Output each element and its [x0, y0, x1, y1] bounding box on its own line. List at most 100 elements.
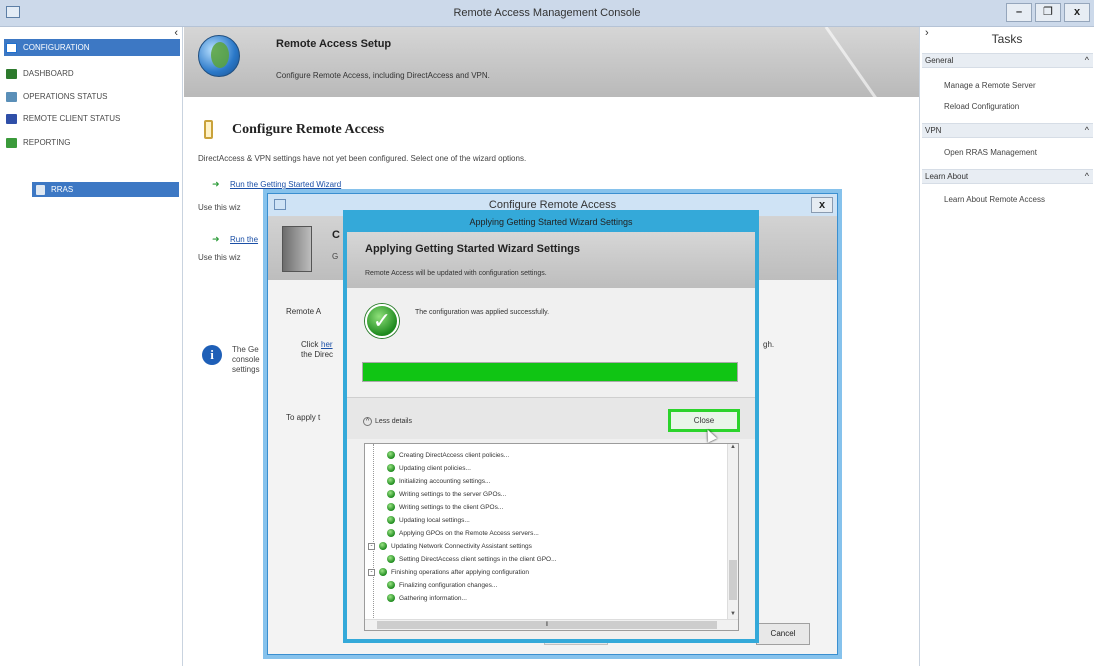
nav-item-dashboard[interactable]: DASHBOARD — [4, 65, 180, 82]
scroll-thumb[interactable] — [729, 560, 737, 600]
collapse-section-icon[interactable]: ^ — [1085, 54, 1089, 67]
success-check-icon — [387, 503, 395, 511]
nav-item-reporting[interactable]: REPORTING — [4, 134, 180, 151]
arrow-icon: ➜ — [212, 179, 220, 189]
here-link[interactable]: her — [321, 340, 333, 349]
collapse-icon: ^ — [363, 417, 372, 426]
success-check-icon — [387, 555, 395, 563]
close-window-button[interactable]: x — [1064, 3, 1090, 22]
wizard-desc: Use this wiz — [198, 253, 241, 262]
dialog-close-button[interactable]: x — [811, 197, 833, 213]
banner-subtitle: Configure Remote Access, including Direc… — [276, 71, 490, 80]
log-entry: Setting DirectAccess client settings in … — [387, 554, 557, 564]
setup-banner: Remote Access Setup Configure Remote Acc… — [184, 27, 919, 97]
cancel-button[interactable]: Cancel — [756, 623, 810, 645]
dialog-header-subtitle: G — [332, 252, 339, 261]
success-check-icon — [387, 451, 395, 459]
log-entry-text: Finalizing configuration changes... — [399, 581, 498, 589]
dialog-text: To apply t — [286, 413, 321, 422]
log-entry: Applying GPOs on the Remote Access serve… — [387, 528, 539, 538]
tasks-section-vpn[interactable]: VPN ^ — [922, 123, 1093, 138]
vertical-scrollbar[interactable]: ▲ ▼ — [727, 444, 738, 620]
progress-fill — [363, 363, 737, 381]
log-entry-text: Finishing operations after applying conf… — [391, 568, 530, 576]
info-text: The Ge — [232, 345, 259, 354]
nav-item-configuration[interactable]: CONFIGURATION — [4, 39, 180, 56]
dialog-body: Applying Getting Started Wizard Settings… — [347, 232, 755, 639]
dialog-header-subtitle: Remote Access will be updated with confi… — [365, 270, 547, 277]
success-check-icon — [387, 490, 395, 498]
getting-started-wizard-link[interactable]: Run the Getting Started Wizard — [230, 180, 341, 189]
success-check-icon — [379, 568, 387, 576]
nav-label: DASHBOARD — [23, 69, 74, 78]
log-entry-text: Initializing accounting settings... — [399, 477, 491, 485]
scroll-thumb[interactable]: ⦀ — [377, 621, 717, 629]
dialog-title: Applying Getting Started Wizard Settings — [469, 217, 633, 227]
success-check-icon — [387, 516, 395, 524]
info-text: settings — [232, 365, 260, 374]
remote-client-status-icon — [6, 113, 17, 124]
section-label: General — [925, 56, 954, 65]
success-check-icon — [387, 464, 395, 472]
scroll-up-icon[interactable]: ▲ — [728, 444, 738, 453]
success-check-icon: ✓ — [365, 304, 399, 338]
log-entry: Updating local settings... — [387, 515, 470, 525]
tree-expander-icon[interactable]: - — [368, 568, 375, 576]
dialog-text: Click — [301, 340, 319, 349]
details-log[interactable]: ▲ ▼ ⦀ Creating DirectAccess client polic… — [364, 443, 739, 631]
window-title: Remote Access Management Console — [453, 7, 641, 19]
configure-note: DirectAccess & VPN settings have not yet… — [198, 154, 527, 163]
restore-button[interactable]: ❐ — [1035, 3, 1061, 22]
log-entry-text: Setting DirectAccess client settings in … — [399, 555, 557, 563]
nav-label: OPERATIONS STATUS — [23, 92, 108, 101]
task-manage-remote-server[interactable]: Manage a Remote Server — [944, 81, 1036, 90]
log-entry: Gathering information... — [387, 593, 467, 603]
info-icon: i — [202, 345, 222, 365]
log-entry-text: Writing settings to the server GPOs... — [399, 490, 507, 498]
log-entry: Finalizing configuration changes... — [387, 580, 497, 590]
nav-item-remote-client-status[interactable]: REMOTE CLIENT STATUS — [4, 110, 180, 127]
server-icon — [36, 184, 45, 195]
log-entry: Creating DirectAccess client policies... — [387, 450, 509, 460]
horizontal-scrollbar[interactable]: ⦀ — [365, 619, 738, 630]
log-entry-text: Writing settings to the client GPOs... — [399, 503, 504, 511]
collapse-section-icon[interactable]: ^ — [1085, 124, 1089, 137]
page-title: Configure Remote Access — [232, 122, 385, 137]
task-open-rras-management[interactable]: Open RRAS Management — [944, 148, 1037, 157]
nav-label: RRAS — [51, 185, 74, 194]
configuration-icon — [6, 42, 17, 53]
log-entry-text: Updating client policies... — [399, 464, 471, 472]
collapse-section-icon[interactable]: ^ — [1085, 170, 1089, 183]
close-button[interactable]: Close — [668, 409, 740, 432]
wizard-desc: Use this wiz — [198, 203, 241, 212]
nav-item-operations-status[interactable]: OPERATIONS STATUS — [4, 88, 180, 105]
tasks-section-learn-about[interactable]: Learn About ^ — [922, 169, 1093, 184]
success-check-icon — [387, 581, 395, 589]
log-entry: Writing settings to the client GPOs... — [387, 502, 503, 512]
dialog-header-title: Applying Getting Started Wizard Settings — [365, 243, 581, 255]
globe-icon — [198, 35, 240, 77]
less-details-toggle[interactable]: ^ Less details — [363, 417, 412, 426]
dialog-text: Remote A — [286, 307, 322, 316]
deploy-wizard-link[interactable]: Run the — [230, 235, 258, 244]
nav-label: REPORTING — [23, 138, 71, 147]
minimize-button[interactable]: – — [1006, 3, 1032, 22]
applying-settings-dialog: Applying Getting Started Wizard Settings… — [343, 210, 759, 643]
task-reload-configuration[interactable]: Reload Configuration — [944, 102, 1019, 111]
log-entry-text: Updating local settings... — [399, 516, 470, 524]
configure-icon — [204, 120, 213, 139]
tree-expander-icon[interactable]: - — [368, 542, 375, 550]
nav-label: REMOTE CLIENT STATUS — [23, 114, 121, 123]
log-entry-text: Updating Network Connectivity Assistant … — [391, 542, 532, 550]
dialog-text: the Direc — [301, 350, 334, 359]
arrow-icon: ➜ — [212, 234, 220, 244]
nav-item-rras[interactable]: RRAS — [32, 182, 179, 197]
task-learn-about-remote-access[interactable]: Learn About Remote Access — [944, 195, 1045, 204]
log-entry: Writing settings to the server GPOs... — [387, 489, 506, 499]
log-entry: Initializing accounting settings... — [387, 476, 490, 486]
less-details-label: Less details — [375, 418, 412, 425]
success-check-icon — [379, 542, 387, 550]
left-nav: ‹ CONFIGURATION DASHBOARD OPERATIONS STA… — [0, 27, 183, 666]
tasks-section-general[interactable]: General ^ — [922, 53, 1093, 68]
collapse-nav-icon[interactable]: ‹ — [174, 27, 178, 39]
